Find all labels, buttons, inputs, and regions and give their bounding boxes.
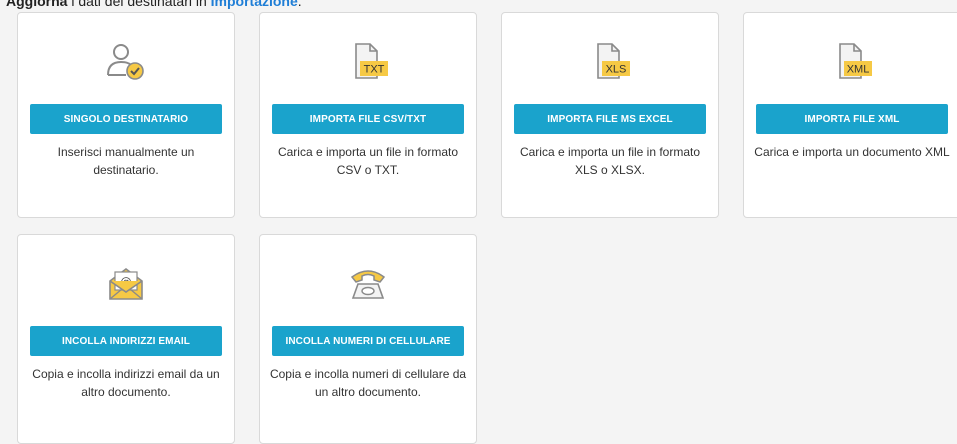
- card-incolla-indirizzi-email: @ INCOLLA INDIRIZZI EMAIL Copia e incoll…: [17, 234, 235, 444]
- txt-file-icon: TXT: [260, 41, 476, 81]
- svg-text:TXT: TXT: [364, 64, 385, 76]
- card-description: Carica e importa un file in formato CSV …: [277, 145, 459, 177]
- importa-xml-button[interactable]: IMPORTA FILE XML: [756, 104, 948, 134]
- card-singolo-destinatario: SINGOLO DESTINATARIO Inserisci manualmen…: [17, 12, 235, 218]
- singolo-destinatario-button[interactable]: SINGOLO DESTINATARIO: [30, 104, 222, 134]
- card-description: Carica e importa un file in formato XLS …: [519, 145, 701, 177]
- card-importa-xml: XML IMPORTA FILE XML Carica e importa un…: [743, 12, 957, 218]
- telephone-icon: [260, 263, 476, 303]
- card-description: Copia e incolla indirizzi email da un al…: [32, 367, 220, 399]
- xml-file-icon: XML: [744, 41, 957, 81]
- card-importa-ms-excel: XLS IMPORTA FILE MS EXCEL Carica e impor…: [501, 12, 719, 218]
- card-importa-csv-txt: TXT IMPORTA FILE CSV/TXT Carica e import…: [259, 12, 477, 218]
- instruction-suffix: .: [297, 0, 302, 9]
- email-envelope-icon: @: [18, 263, 234, 303]
- card-description: Copia e incolla numeri di cellulare da u…: [269, 367, 467, 399]
- instruction-text: i dati dei destinatari in: [67, 0, 211, 9]
- svg-text:XLS: XLS: [606, 64, 627, 76]
- importa-csv-txt-button[interactable]: IMPORTA FILE CSV/TXT: [272, 104, 464, 134]
- incolla-numeri-cellulare-button[interactable]: INCOLLA NUMERI DI CELLULARE: [272, 326, 464, 356]
- xls-file-icon: XLS: [502, 41, 718, 81]
- instruction-bold: Aggiorna: [6, 0, 68, 9]
- page-instruction: Aggiorna i dati dei destinatari in Impor…: [6, 0, 302, 9]
- importa-ms-excel-button[interactable]: IMPORTA FILE MS EXCEL: [514, 104, 706, 134]
- user-check-icon: [18, 41, 234, 81]
- incolla-indirizzi-email-button[interactable]: INCOLLA INDIRIZZI EMAIL: [30, 326, 222, 356]
- card-description: Inserisci manualmente un destinatario.: [57, 145, 195, 177]
- svg-text:XML: XML: [847, 64, 870, 76]
- card-description: Carica e importa un documento XML: [754, 145, 950, 159]
- importazione-link[interactable]: Importazione: [211, 0, 298, 9]
- card-incolla-numeri-cellulare: INCOLLA NUMERI DI CELLULARE Copia e inco…: [259, 234, 477, 444]
